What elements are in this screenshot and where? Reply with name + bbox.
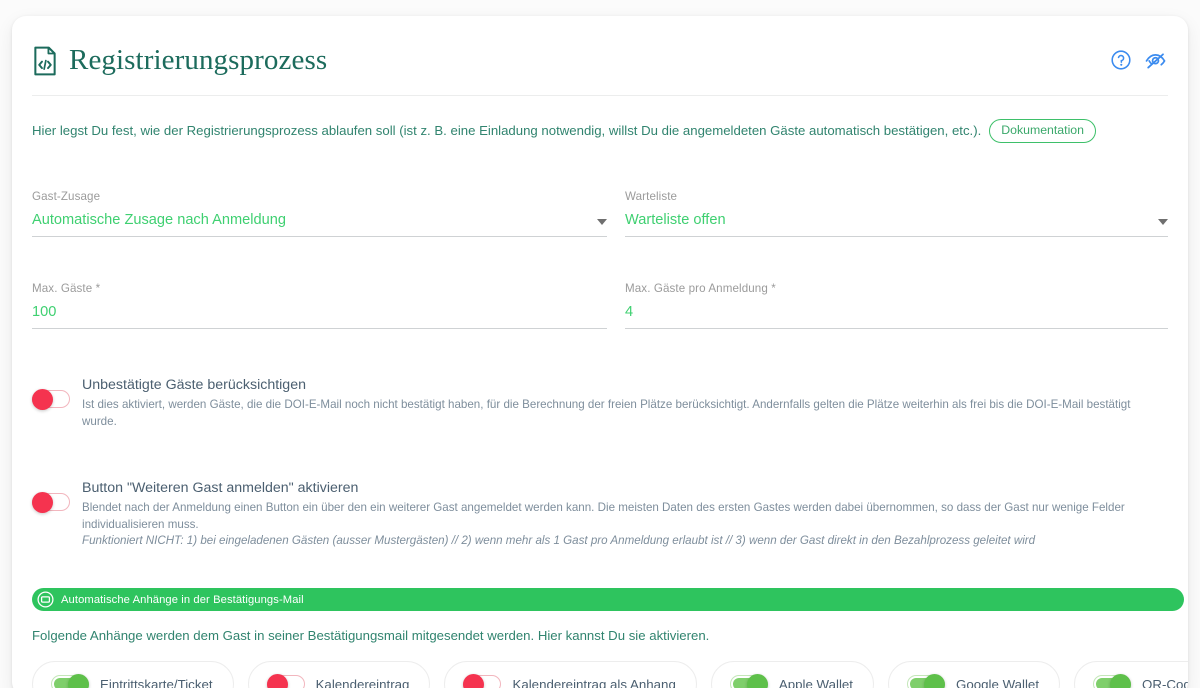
field-value: 4 <box>625 303 634 320</box>
chip-label: QR-Code zum einchecken als Bild <box>1142 676 1188 688</box>
title-group: Registrierungsprozess <box>32 44 1110 76</box>
chip-qr-code-bild[interactable]: QR-Code zum einchecken als Bild <box>1074 661 1188 688</box>
field-value: Automatische Zusage nach Anmeldung <box>32 212 286 229</box>
chip-label: Kalendereintrag <box>315 676 410 688</box>
field-max-gaeste: Max. Gäste * 100 <box>32 237 607 329</box>
toggle-description: Blendet nach der Anmeldung einen Button … <box>82 500 1125 531</box>
chip-eintrittskarte-ticket[interactable]: Eintrittskarte/Ticket <box>32 661 234 688</box>
chip-label: Apple Wallet <box>778 676 853 688</box>
toggle-section: Unbestätigte Gäste berücksichtigen Ist d… <box>32 329 1168 550</box>
switch-holder <box>32 376 70 413</box>
chip-label: Kalendereintrag als Anhang <box>512 676 676 688</box>
toggle-text: Unbestätigte Gäste berücksichtigen Ist d… <box>82 376 1168 431</box>
toggle-text: Button "Weiteren Gast anmelden" aktivier… <box>82 479 1168 551</box>
settings-card: Registrierungsprozess Hier legst Du fest… <box>12 16 1188 688</box>
chevron-down-icon <box>597 218 607 225</box>
app-background: Registrierungsprozess Hier legst Du fest… <box>0 0 1200 688</box>
field-max-gaeste-pro-anmeldung: Max. Gäste pro Anmeldung * 4 <box>625 237 1168 329</box>
file-code-icon <box>32 46 58 76</box>
field-value: 100 <box>32 303 57 320</box>
attachments-banner: Automatische Anhänge in der Bestätigungs… <box>32 588 1184 612</box>
field-label: Warteliste <box>625 190 678 204</box>
toggle-knob <box>924 674 945 688</box>
field-label: Max. Gäste pro Anmeldung * <box>625 281 776 295</box>
attachments-banner-label: Automatische Anhänge in der Bestätigungs… <box>61 593 304 606</box>
toggle-kalendereintrag[interactable] <box>266 674 305 688</box>
chip-kalendereintrag-als-anhang[interactable]: Kalendereintrag als Anhang <box>444 661 697 688</box>
field-warteliste: Warteliste Warteliste offen <box>625 190 1168 237</box>
header-actions <box>1110 49 1168 71</box>
switch-holder <box>32 479 70 516</box>
toggle-description: Ist dies aktiviert, werden Gäste, die di… <box>82 397 1131 428</box>
warteliste-select[interactable]: Warteliste offen <box>625 212 1168 237</box>
field-label: Gast-Zusage <box>32 190 101 204</box>
max-gaeste-pro-anmeldung-input[interactable]: 4 <box>625 304 1168 329</box>
toggle-apple-wallet[interactable] <box>729 674 768 688</box>
window-circle-icon <box>37 591 54 608</box>
toggle-qr-code-bild[interactable] <box>1093 674 1132 688</box>
eye-off-icon[interactable] <box>1144 49 1166 71</box>
toggle-title: Unbestätigte Gäste berücksichtigen <box>82 376 306 393</box>
section-description: Hier legst Du fest, wie der Registrierun… <box>32 96 1168 144</box>
toggle-knob <box>746 674 768 688</box>
toggle-google-wallet[interactable] <box>907 674 945 688</box>
toggle-description-note: Funktioniert NICHT: 1) bei eingeladenen … <box>82 534 1036 548</box>
documentation-badge[interactable]: Dokumentation <box>989 119 1096 144</box>
gast-zusage-select[interactable]: Automatische Zusage nach Anmeldung <box>32 212 607 237</box>
chip-apple-wallet[interactable]: Apple Wallet <box>710 661 874 688</box>
chip-label: Google Wallet <box>956 676 1040 688</box>
toggle-knob <box>68 674 89 688</box>
chip-google-wallet[interactable]: Google Wallet <box>888 661 1061 688</box>
toggle-knob <box>32 491 53 513</box>
chevron-down-icon <box>1158 218 1168 225</box>
toggle-knob <box>32 388 53 410</box>
toggle-kalendereintrag-als-anhang[interactable] <box>463 674 502 688</box>
help-circle-icon[interactable] <box>1110 49 1132 71</box>
toggle-unbestaetigte-gaeste[interactable] <box>32 388 70 410</box>
field-value: Warteliste offen <box>625 212 726 229</box>
toggle-knob <box>1110 674 1132 688</box>
chip-label: Eintrittskarte/Ticket <box>100 676 213 688</box>
attachments-description: Folgende Anhänge werden dem Gast in sein… <box>32 628 710 644</box>
toggle-knob <box>266 674 288 688</box>
field-label: Max. Gäste * <box>32 281 101 295</box>
page-title: Registrierungsprozess <box>69 43 328 76</box>
toggle-weiteren-gast-anmelden[interactable] <box>32 491 70 513</box>
field-gast-zusage: Gast-Zusage Automatische Zusage nach Anm… <box>32 190 607 237</box>
toggle-eintrittskarte-ticket[interactable] <box>51 674 89 688</box>
card-header: Registrierungsprozess <box>32 16 1168 82</box>
attachment-chips: Eintrittskarte/Ticket Kalendereintrag Ka… <box>32 643 1188 688</box>
form-grid: Gast-Zusage Automatische Zusage nach Anm… <box>32 143 1168 329</box>
toggle-row-unbestaetigte-gaeste: Unbestätigte Gäste berücksichtigen Ist d… <box>32 376 1168 431</box>
max-gaeste-input[interactable]: 100 <box>32 304 607 329</box>
description-text: Hier legst Du fest, wie der Registrierun… <box>32 122 982 138</box>
toggle-title: Button "Weiteren Gast anmelden" aktivier… <box>82 479 359 496</box>
chip-kalendereintrag[interactable]: Kalendereintrag <box>247 661 431 688</box>
toggle-row-weiteren-gast: Button "Weiteren Gast anmelden" aktivier… <box>32 479 1168 551</box>
toggle-knob <box>463 674 485 688</box>
